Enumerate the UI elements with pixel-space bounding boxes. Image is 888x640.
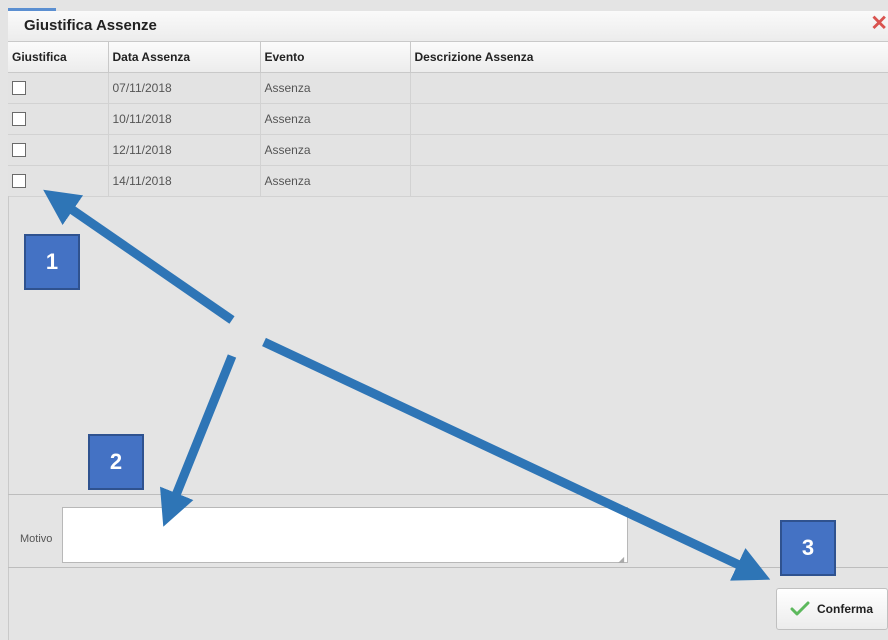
table-row[interactable]: 07/11/2018 Assenza	[8, 72, 888, 104]
confirm-label: Conferma	[817, 602, 874, 616]
motivo-label: Motivo	[20, 533, 53, 545]
absence-date: 10/11/2018	[108, 103, 261, 135]
justify-cell	[8, 134, 109, 166]
dialog-title: Giustifica Assenze	[24, 17, 157, 34]
table-row[interactable]: 12/11/2018 Assenza	[8, 134, 888, 166]
absences-table: Giustifica Data Assenza Evento Descrizio…	[8, 42, 888, 197]
absence-description	[410, 165, 888, 197]
absence-event: Assenza	[260, 103, 411, 135]
resize-grip-icon[interactable]: ◢	[618, 555, 624, 564]
header-descrizione-assenza[interactable]: Descrizione Assenza	[410, 42, 888, 73]
justify-checkbox[interactable]	[12, 112, 26, 127]
absence-description	[410, 72, 888, 104]
table-row[interactable]: 10/11/2018 Assenza	[8, 103, 888, 135]
dialog-left-border	[8, 196, 9, 640]
absence-event: Assenza	[260, 134, 411, 166]
table-header-row: Giustifica Data Assenza Evento Descrizio…	[8, 42, 888, 73]
motivo-panel: Motivo ◢	[8, 494, 888, 568]
step-badge-2: 2	[88, 434, 144, 490]
step-badge-1: 1	[24, 234, 80, 290]
justify-cell	[8, 165, 109, 197]
check-icon	[790, 601, 810, 616]
justify-cell	[8, 103, 109, 135]
arrow-to-checkboxes	[43, 189, 235, 324]
absence-date: 12/11/2018	[108, 134, 261, 166]
confirm-button[interactable]: Conferma	[776, 588, 888, 630]
absence-event: Assenza	[260, 165, 411, 197]
justify-cell	[8, 72, 109, 104]
justify-checkbox[interactable]	[12, 81, 26, 96]
step-badge-3: 3	[780, 520, 836, 576]
header-evento[interactable]: Evento	[260, 42, 411, 73]
absence-description	[410, 103, 888, 135]
motivo-input[interactable]	[62, 507, 628, 563]
dialog-titlebar: Giustifica Assenze ✕	[8, 11, 888, 42]
header-data-assenza[interactable]: Data Assenza	[108, 42, 261, 73]
absence-description	[410, 134, 888, 166]
header-giustifica[interactable]: Giustifica	[8, 42, 109, 73]
table-row[interactable]: 14/11/2018 Assenza	[8, 165, 888, 197]
justify-checkbox[interactable]	[12, 143, 26, 158]
justify-checkbox[interactable]	[12, 174, 26, 189]
arrow-to-motivo	[160, 354, 237, 527]
giustifica-assenze-dialog: Giustifica Assenze ✕ Giustifica Data Ass…	[0, 0, 888, 640]
absence-date: 07/11/2018	[108, 72, 261, 104]
absence-event: Assenza	[260, 72, 411, 104]
absence-date: 14/11/2018	[108, 165, 261, 197]
close-icon[interactable]: ✕	[870, 13, 888, 34]
